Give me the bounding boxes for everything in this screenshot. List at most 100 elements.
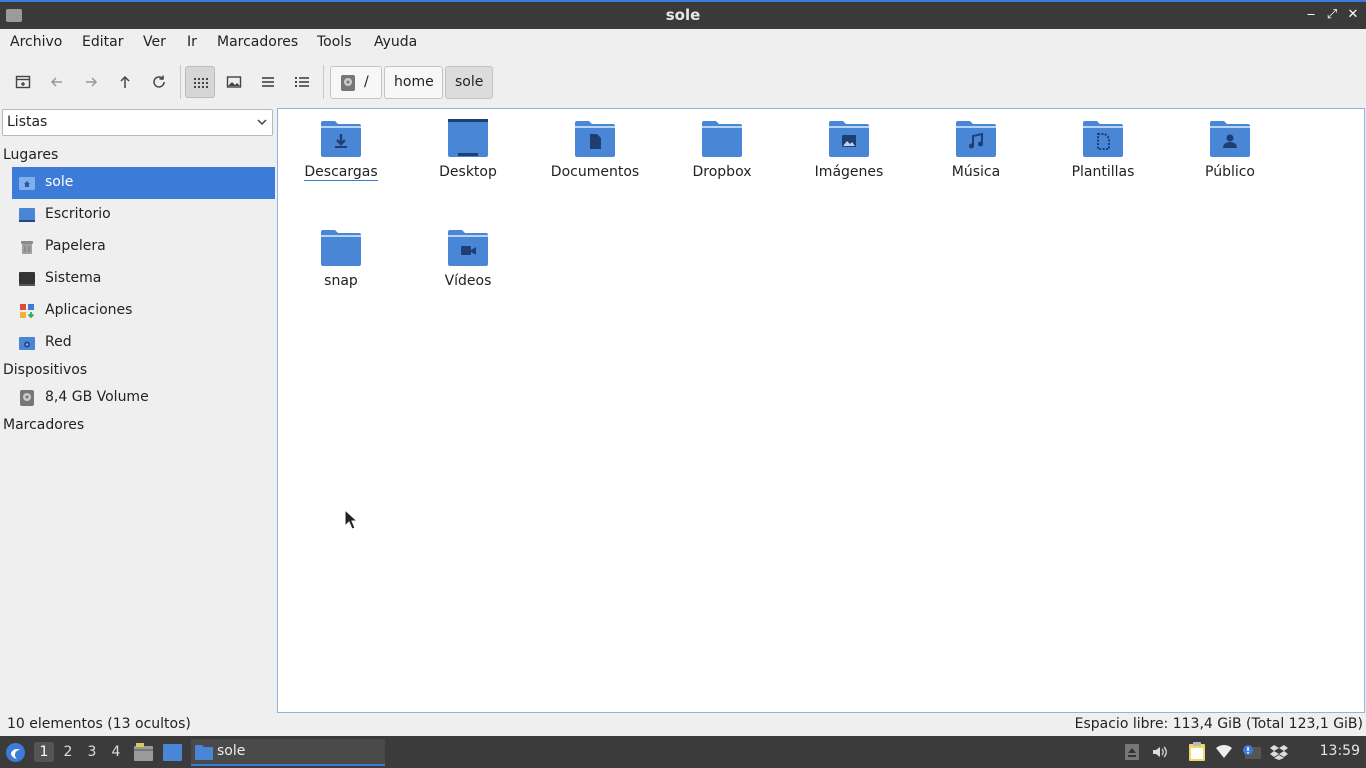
start-menu-icon[interactable] — [5, 742, 26, 763]
image-icon — [226, 76, 242, 88]
detail-view-button[interactable] — [287, 66, 317, 98]
device-label: 8,4 GB Volume — [45, 389, 149, 405]
reload-icon — [153, 75, 165, 88]
desktop-folder-icon — [19, 208, 35, 222]
place-escritorio[interactable]: Escritorio — [12, 199, 275, 231]
arrow-right-icon — [86, 77, 98, 87]
icon-view-button[interactable] — [185, 66, 215, 98]
mouse-cursor-icon — [344, 509, 358, 530]
folder-snap[interactable]: snap — [281, 220, 401, 310]
folder-label: Público — [1205, 164, 1255, 180]
folder-musica[interactable]: Música — [916, 111, 1036, 201]
reload-button[interactable] — [144, 66, 174, 98]
back-button[interactable] — [42, 66, 72, 98]
videos-folder-icon — [448, 230, 488, 266]
place-sistema[interactable]: Sistema — [12, 263, 275, 295]
place-label: Escritorio — [45, 206, 111, 222]
workspace-2[interactable]: 2 — [58, 742, 78, 762]
folder-plantillas[interactable]: Plantillas — [1043, 111, 1163, 201]
place-label: Red — [45, 334, 72, 350]
menu-ir[interactable]: Ir — [187, 34, 197, 50]
task-sole[interactable]: sole — [191, 739, 385, 766]
detailed-list-icon — [295, 77, 309, 87]
place-papelera[interactable]: Papelera — [12, 231, 275, 263]
breadcrumb-home[interactable]: home — [384, 66, 443, 99]
notification-icon[interactable] — [1241, 744, 1261, 760]
breadcrumb-root[interactable]: / — [330, 66, 382, 99]
taskbar: 1 2 3 4 sole 13:59 — [0, 736, 1366, 768]
clipboard-icon[interactable] — [1187, 742, 1207, 762]
music-folder-icon — [956, 121, 996, 157]
grid-icon — [194, 78, 208, 88]
up-button[interactable] — [110, 66, 140, 98]
section-lugares: Lugares — [3, 147, 59, 163]
side-pane-mode-value: Listas — [7, 114, 48, 130]
folder-label: Descargas — [304, 164, 378, 181]
section-marcadores: Marcadores — [3, 417, 85, 433]
menu-marcadores[interactable]: Marcadores — [217, 34, 298, 50]
section-dispositivos: Dispositivos — [3, 362, 88, 378]
folder-publico[interactable]: Público — [1170, 111, 1290, 201]
workspace-1[interactable]: 1 — [34, 742, 54, 762]
status-bar: 10 elementos (13 ocultos) Espacio libre:… — [0, 713, 1366, 736]
folder-imagenes[interactable]: Imágenes — [789, 111, 909, 201]
menu-ayuda[interactable]: Ayuda — [374, 34, 417, 50]
folder-label: Música — [951, 164, 1001, 180]
folder-icon — [702, 121, 742, 157]
menu-tools[interactable]: Tools — [317, 34, 352, 50]
new-tab-icon — [15, 75, 31, 89]
menu-archivo[interactable]: Archivo — [10, 34, 62, 50]
computer-icon — [19, 272, 35, 286]
place-red[interactable]: Red — [12, 327, 275, 359]
downloads-folder-icon — [321, 121, 361, 157]
maximize-button[interactable]: ⤢ — [1323, 6, 1341, 24]
minimize-button[interactable]: ‒ — [1302, 6, 1320, 24]
desktop-launcher-icon[interactable] — [163, 743, 182, 762]
file-manager-launcher-icon[interactable] — [134, 743, 153, 762]
compact-view-button[interactable] — [253, 66, 283, 98]
workspace-4[interactable]: 4 — [106, 742, 126, 762]
folder-dropbox[interactable]: Dropbox — [662, 111, 782, 201]
close-button[interactable]: ✕ — [1344, 6, 1362, 24]
folder-icon — [321, 230, 361, 266]
workspace-3[interactable]: 3 — [82, 742, 102, 762]
title-bar: sole ‒ ⤢ ✕ — [0, 0, 1366, 29]
eject-icon[interactable] — [1124, 744, 1140, 760]
thumbnail-view-button[interactable] — [219, 66, 249, 98]
place-sole[interactable]: sole — [12, 167, 275, 199]
place-label: Aplicaciones — [45, 302, 133, 318]
home-folder-icon — [19, 177, 35, 190]
folder-descargas[interactable]: Descargas — [281, 111, 401, 201]
folder-icon — [195, 745, 213, 760]
task-label: sole — [217, 743, 246, 759]
forward-button[interactable] — [76, 66, 106, 98]
folder-videos[interactable]: Vídeos — [408, 220, 528, 310]
folder-desktop[interactable]: Desktop — [408, 111, 528, 201]
place-label: Sistema — [45, 270, 102, 286]
network-folder-icon — [19, 337, 35, 350]
folder-documentos[interactable]: Documentos — [535, 111, 655, 201]
side-pane-mode-select[interactable]: Listas — [2, 109, 273, 136]
toolbar-separator — [323, 65, 324, 99]
pictures-folder-icon — [829, 121, 869, 157]
chevron-down-icon — [257, 119, 267, 126]
volume-icon[interactable] — [1152, 744, 1168, 760]
breadcrumb-root-label: / — [364, 74, 369, 90]
applications-icon — [20, 304, 35, 319]
folder-label: Vídeos — [444, 273, 492, 289]
menu-editar[interactable]: Editar — [82, 34, 123, 50]
folder-label: Plantillas — [1071, 164, 1135, 180]
file-view[interactable]: Descargas Desktop Documentos Dropbox Imá… — [277, 108, 1365, 713]
dropbox-icon[interactable] — [1270, 744, 1288, 760]
menu-ver[interactable]: Ver — [143, 34, 166, 50]
new-tab-button[interactable] — [8, 66, 38, 98]
toolbar: / home sole — [0, 57, 1366, 107]
clock: 13:59 — [1319, 743, 1360, 759]
wifi-icon[interactable] — [1216, 744, 1232, 760]
item-count: 10 elementos (13 ocultos) — [7, 716, 191, 732]
arrow-up-icon — [120, 75, 130, 88]
breadcrumb-sole[interactable]: sole — [445, 66, 493, 99]
device-volume[interactable]: 8,4 GB Volume — [12, 382, 275, 414]
arrow-left-icon — [50, 77, 62, 87]
place-aplicaciones[interactable]: Aplicaciones — [12, 295, 275, 327]
